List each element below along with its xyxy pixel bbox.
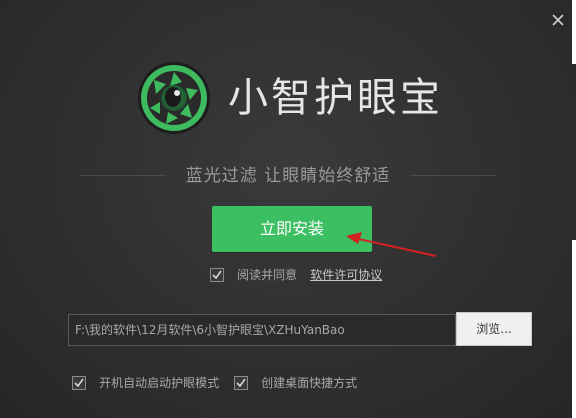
option-desktop-shortcut: 创建桌面快捷方式 (234, 372, 357, 391)
app-title: 小智护眼宝 (228, 75, 443, 121)
desktop-shortcut-label: 创建桌面快捷方式 (261, 376, 358, 390)
checkmark-icon (74, 378, 84, 387)
installer-window: 小智护眼宝 蓝光过滤 让眼睛始终舒适 立即安装 阅读并同意 软件许可协议 F:\… (0, 0, 576, 418)
license-agreement-link[interactable]: 软件许可协议 (310, 268, 382, 282)
close-button[interactable] (548, 10, 568, 30)
red-arrow-icon (346, 232, 437, 257)
autostart-checkbox[interactable] (72, 375, 86, 390)
install-path-input[interactable]: F:\我的软件\12月软件\6小智护眼宝\XZHuYanBao (68, 314, 456, 346)
close-icon (552, 14, 564, 26)
option-autostart: 开机自动启动护眼模式 (72, 372, 219, 391)
eye-lens-logo-icon (136, 60, 212, 136)
checkmark-icon (236, 378, 246, 387)
checkmark-icon (212, 270, 222, 279)
divider-line (410, 175, 496, 176)
browse-button[interactable]: 浏览... (456, 312, 532, 346)
agreement-row: 阅读并同意 软件许可协议 (210, 264, 382, 286)
divider-line (80, 175, 166, 176)
window-edge (572, 0, 576, 64)
agree-label: 阅读并同意 (237, 268, 298, 282)
autostart-label: 开机自动启动护眼模式 (99, 376, 220, 390)
tagline: 蓝光过滤 让眼睛始终舒适 (185, 166, 391, 186)
window-edge (572, 240, 576, 418)
tagline-row: 蓝光过滤 让眼睛始终舒适 (80, 162, 496, 190)
desktop-shortcut-checkbox[interactable] (234, 375, 248, 390)
agree-checkbox[interactable] (210, 267, 224, 282)
